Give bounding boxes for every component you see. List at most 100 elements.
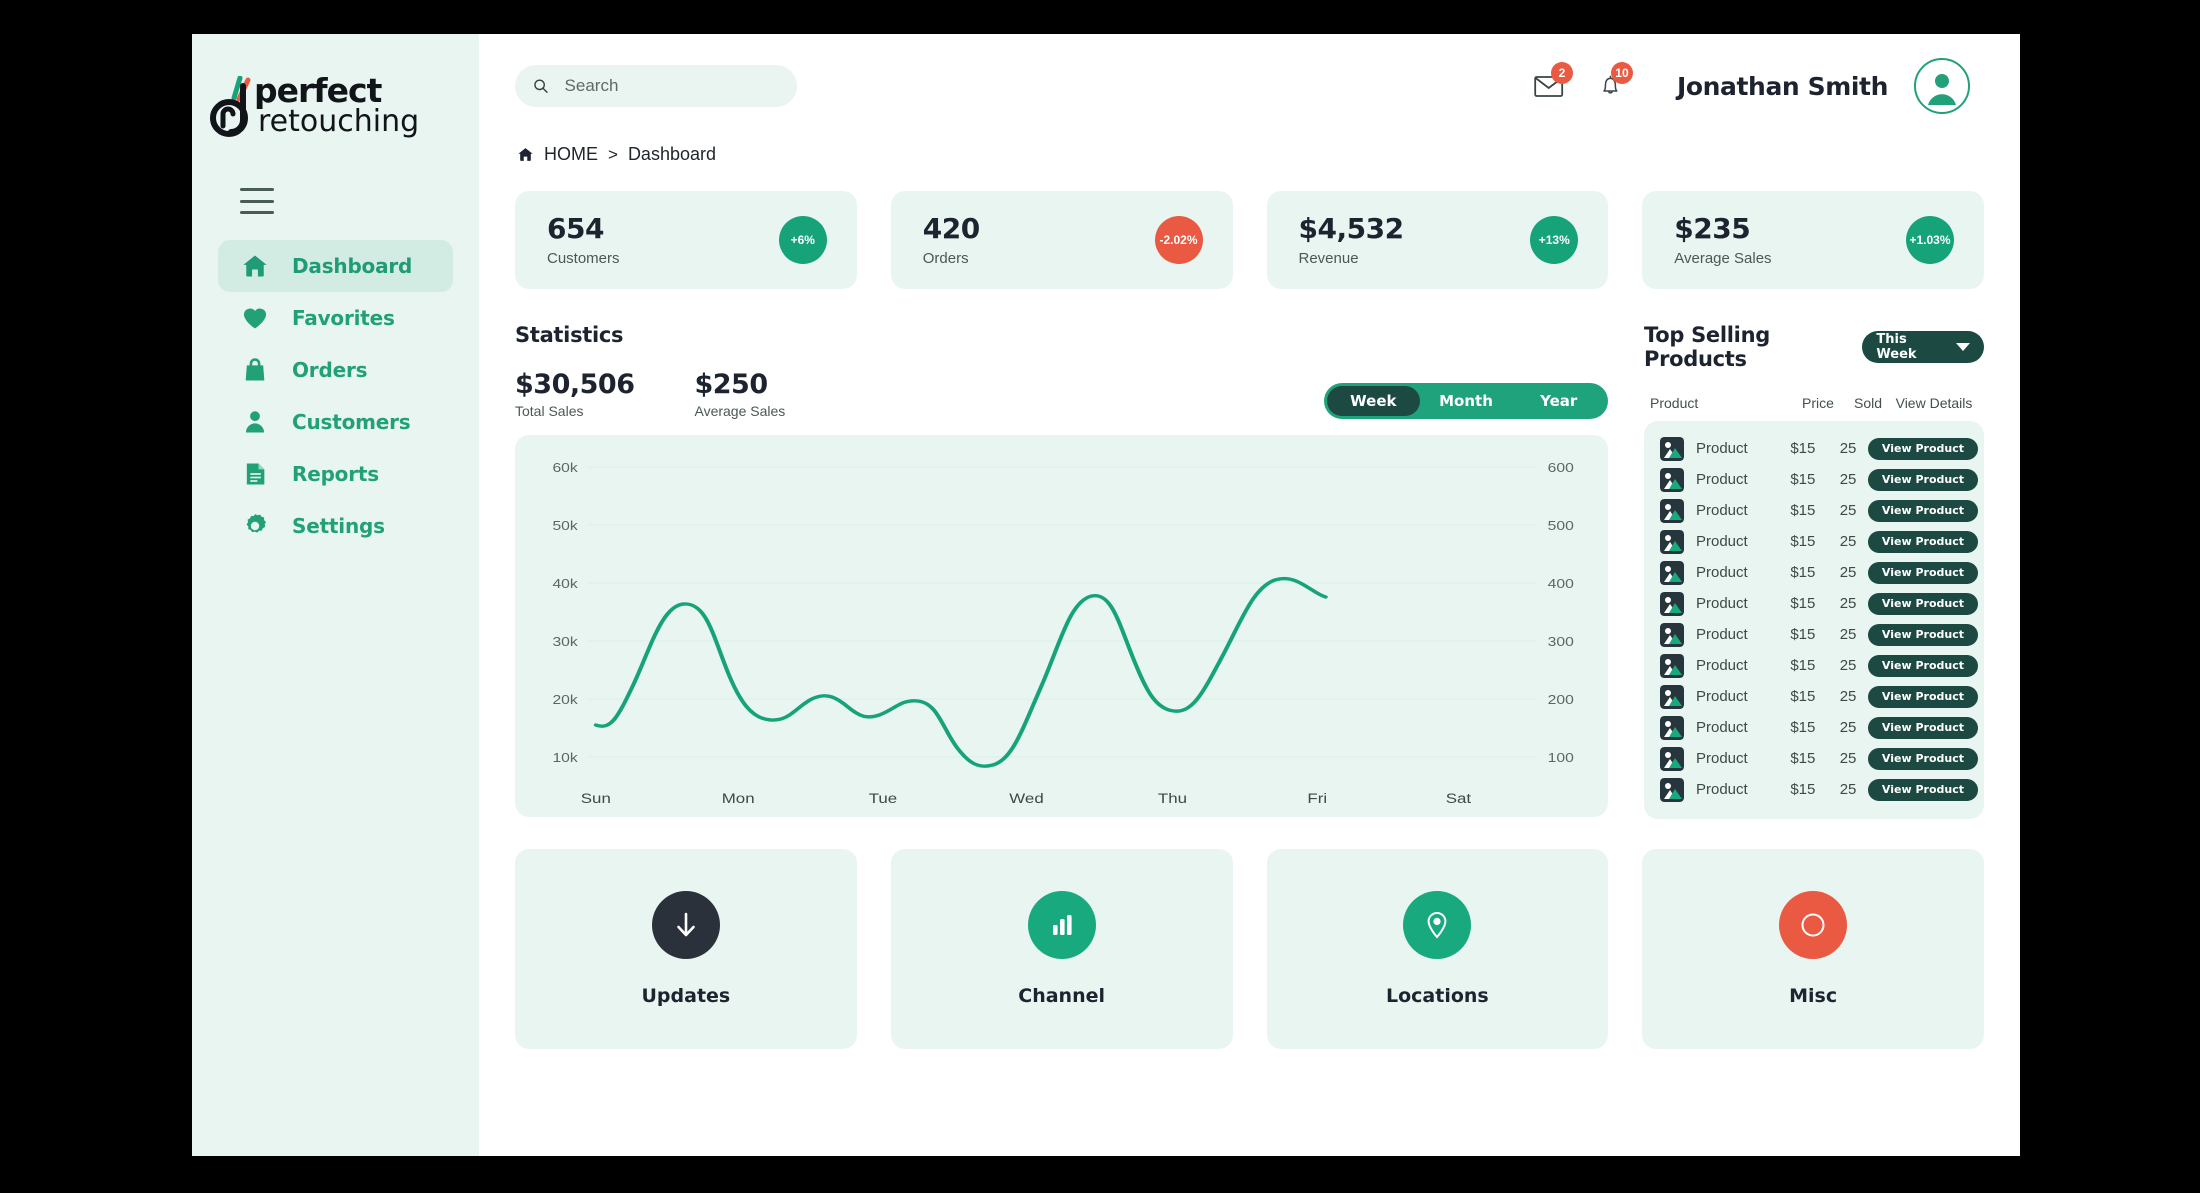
product-price: $15 — [1790, 595, 1816, 612]
product-sold: 25 — [1839, 657, 1857, 674]
view-product-button[interactable]: View Product — [1867, 623, 1978, 646]
tile-label: Misc — [1789, 985, 1838, 1007]
product-cell: Product — [1650, 777, 1778, 802]
svg-text:Fri: Fri — [1307, 791, 1327, 806]
document-icon — [240, 459, 270, 489]
sidebar-item-dashboard[interactable]: Dashboard — [218, 240, 453, 292]
sales-line-chart: 60k 50k 40k 30k 20k 10k 600 500 400 300 200 100 … — [515, 435, 1608, 817]
kpi-label: Revenue — [1298, 249, 1359, 267]
svg-text:400: 400 — [1548, 577, 1574, 591]
notifications-button[interactable]: 10 — [1581, 60, 1641, 112]
main-content: 2 10 Jonathan Smith — [479, 34, 2020, 1156]
product-sold: 25 — [1839, 626, 1857, 643]
statistics-header: $30,506 Total Sales $250 Average Sales W… — [515, 369, 1608, 419]
breadcrumb-home[interactable]: HOME — [544, 144, 598, 165]
product-sold: 25 — [1839, 471, 1857, 488]
product-view-cell: View Product — [1867, 685, 1978, 708]
view-product-button[interactable]: View Product — [1867, 747, 1978, 770]
tile-updates[interactable]: Updates — [515, 849, 857, 1049]
product-name: Product — [1696, 502, 1748, 519]
sidebar-item-orders[interactable]: Orders — [218, 344, 453, 396]
tile-locations[interactable]: Locations — [1266, 849, 1609, 1049]
product-cell: Product — [1650, 498, 1778, 523]
kpi-text: 654 Customers — [547, 213, 620, 267]
logo-text-primary: perfect — [254, 71, 382, 110]
product-price: $15 — [1790, 688, 1816, 705]
kpi-card-customers: 654 Customers +6% — [515, 191, 857, 289]
product-name: Product — [1696, 688, 1748, 705]
product-thumbnail — [1660, 684, 1684, 709]
column-product: Product — [1650, 395, 1699, 411]
product-cell: Product — [1650, 622, 1778, 647]
view-product-button[interactable]: View Product — [1867, 654, 1978, 677]
view-product-button[interactable]: View Product — [1867, 561, 1978, 584]
product-thumbnail — [1660, 560, 1684, 585]
view-product-button[interactable]: View Product — [1867, 499, 1978, 522]
kpi-value: $4,532 — [1298, 212, 1405, 246]
product-sold: 25 — [1839, 502, 1857, 519]
product-image-icon — [1660, 777, 1684, 802]
products-title: Top Selling Products — [1644, 323, 1770, 371]
product-view-cell: View Product — [1867, 654, 1978, 677]
svg-text:Sat: Sat — [1446, 791, 1472, 806]
statistics-section: Statistics $30,506 Total Sales $250 Aver… — [515, 323, 1608, 819]
chart-x-axis: Sun Mon Tue Wed Thu Fri Sat — [581, 791, 1472, 806]
product-price: $15 — [1790, 626, 1816, 643]
kpi-row: 654 Customers +6% 420 Orders -2.02% $4,5… — [507, 191, 1992, 289]
table-row: Product $15 25 View Product — [1650, 588, 1978, 619]
product-name: Product — [1696, 533, 1748, 550]
kpi-label: Orders — [922, 249, 969, 267]
download-arrow-icon — [677, 912, 695, 937]
tile-circle — [1403, 891, 1472, 959]
table-row: Product $15 25 View Product — [1650, 774, 1978, 805]
sidebar-nav: Dashboard Favorites Orders Customers Rep… — [192, 240, 479, 552]
logo-text-secondary: retouching — [258, 104, 420, 139]
chevron-down-icon — [1956, 343, 1970, 351]
sidebar-item-favorites[interactable]: Favorites — [218, 292, 453, 344]
products-header: Top Selling Products This Week — [1644, 323, 1984, 371]
hamburger-icon[interactable] — [240, 188, 274, 214]
tile-circle — [651, 891, 720, 959]
svg-text:30k: 30k — [552, 635, 578, 649]
product-thumbnail — [1660, 498, 1684, 523]
range-option-month[interactable]: Month — [1420, 386, 1513, 416]
sidebar-item-label: Customers — [292, 410, 411, 434]
tile-label: Locations — [1386, 985, 1489, 1007]
view-product-button[interactable]: View Product — [1867, 685, 1978, 708]
product-thumbnail — [1660, 591, 1684, 616]
sidebar-item-reports[interactable]: Reports — [218, 448, 453, 500]
view-product-button[interactable]: View Product — [1867, 592, 1978, 615]
view-product-button[interactable]: View Product — [1867, 437, 1978, 460]
range-option-week[interactable]: Week — [1327, 386, 1420, 416]
avatar[interactable] — [1914, 58, 1970, 114]
kpi-delta-badge: +13% — [1530, 216, 1579, 264]
home-icon — [240, 251, 270, 281]
product-cell: Product — [1650, 684, 1778, 709]
search-box[interactable] — [515, 65, 797, 107]
product-view-cell: View Product — [1867, 437, 1978, 460]
sidebar-item-settings[interactable]: Settings — [218, 500, 453, 552]
tile-label: Channel — [1018, 985, 1105, 1007]
view-product-button[interactable]: View Product — [1867, 778, 1978, 801]
range-option-year[interactable]: Year — [1512, 386, 1605, 416]
tile-channel[interactable]: Channel — [890, 849, 1233, 1049]
svg-text:40k: 40k — [552, 577, 578, 591]
search-input[interactable] — [562, 75, 779, 97]
product-image-icon — [1660, 560, 1684, 585]
range-toggle: Week Month Year — [1324, 383, 1608, 419]
screen: perfect retouching Dashboard Favorites O… — [0, 0, 2200, 1193]
view-product-button[interactable]: View Product — [1867, 530, 1978, 553]
tile-misc[interactable]: Misc — [1642, 849, 1984, 1049]
messages-button[interactable]: 2 — [1521, 60, 1581, 112]
product-image-icon — [1660, 684, 1684, 709]
products-filter-dropdown[interactable]: This Week — [1862, 331, 1984, 363]
chart-right-axis: 600 500 400 300 200 100 — [1548, 461, 1574, 765]
product-cell: Product — [1650, 746, 1778, 771]
kpi-value: $235 — [1674, 212, 1751, 246]
sidebar-item-customers[interactable]: Customers — [218, 396, 453, 448]
view-product-button[interactable]: View Product — [1867, 716, 1978, 739]
product-view-cell: View Product — [1867, 530, 1978, 553]
svg-text:20k: 20k — [552, 693, 578, 707]
view-product-button[interactable]: View Product — [1867, 468, 1978, 491]
svg-text:Thu: Thu — [1158, 791, 1187, 806]
